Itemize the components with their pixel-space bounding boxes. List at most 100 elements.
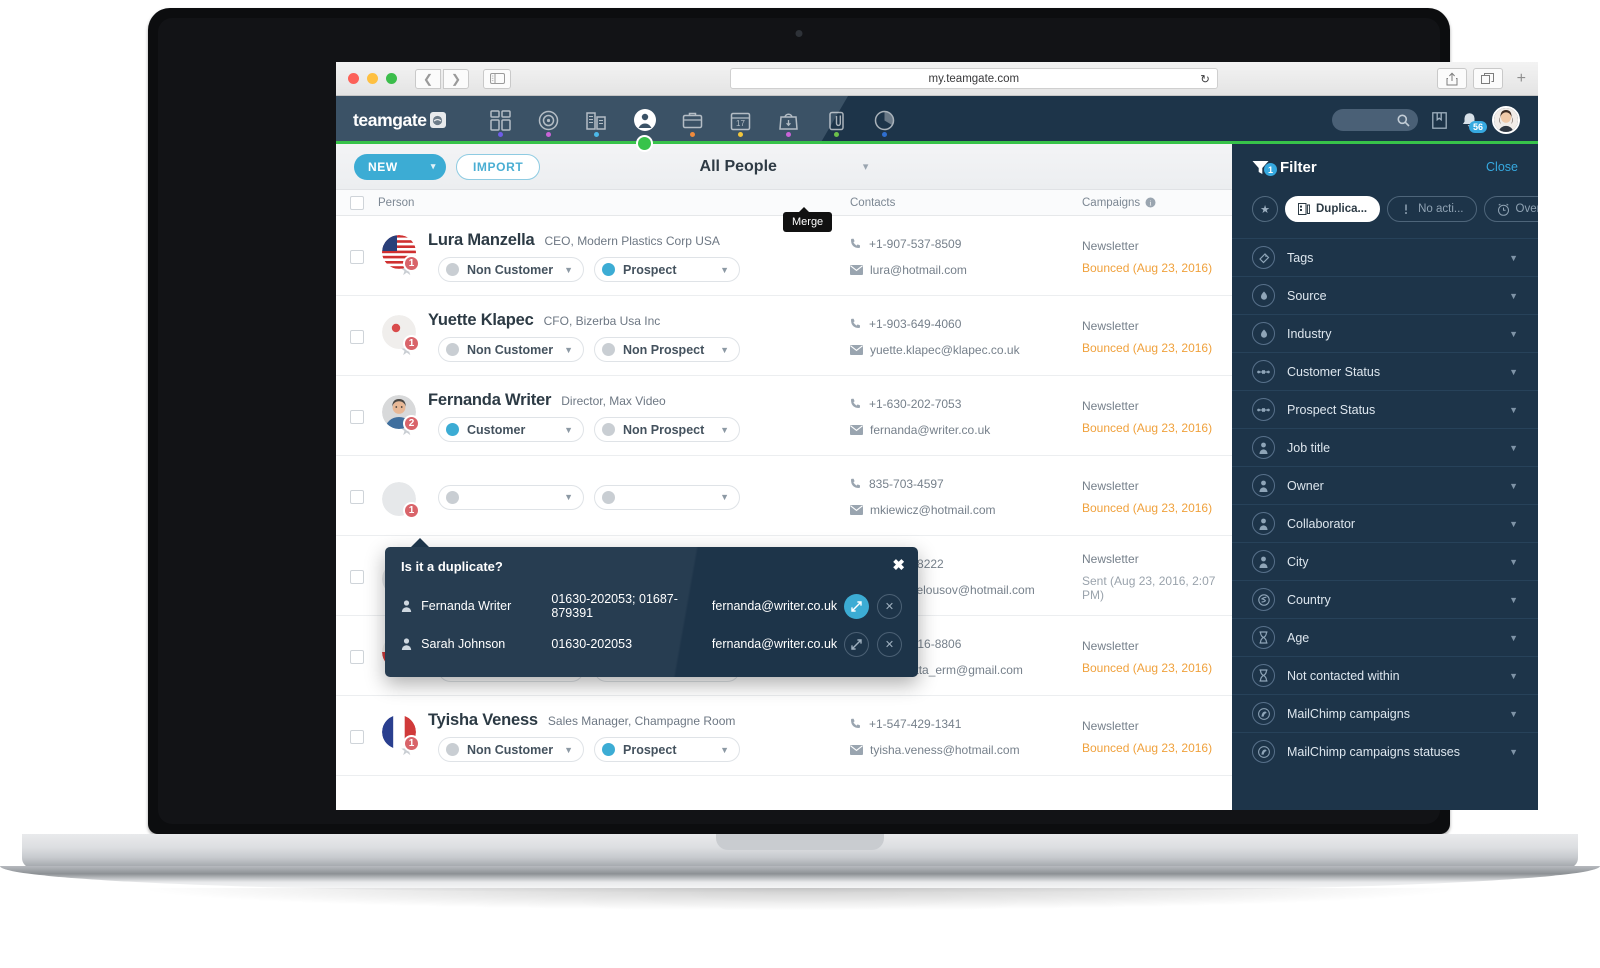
filter-section-job-title[interactable]: Job title ▼	[1232, 428, 1538, 466]
tabs-overview-icon[interactable]	[1472, 68, 1503, 89]
email-line[interactable]: yuette.klapec@klapec.co.uk	[850, 343, 1082, 357]
chevron-down-icon[interactable]: ▼	[1509, 671, 1518, 681]
person-name[interactable]: Tyisha Veness	[428, 711, 538, 730]
close-icon[interactable]: ✕	[876, 631, 902, 657]
person-name[interactable]: Fernanda Writer	[428, 391, 551, 410]
chevron-down-icon[interactable]: ▼	[1509, 557, 1518, 567]
maximize-window-button[interactable]	[386, 73, 397, 84]
chevron-down-icon[interactable]: ▼	[1509, 747, 1518, 757]
nav-item-insights[interactable]	[861, 96, 909, 144]
filter-section-age[interactable]: Age ▼	[1232, 618, 1538, 656]
filter-section-mailchimp-campaigns-statuses[interactable]: MailChimp campaigns statuses ▼	[1232, 732, 1538, 770]
nav-item-leads[interactable]	[525, 96, 573, 144]
chevron-down-icon[interactable]: ▼	[1509, 367, 1518, 377]
filter-section-industry[interactable]: Industry ▼	[1232, 314, 1538, 352]
customer-status-dropdown[interactable]: Customer ▼	[438, 417, 584, 442]
row-checkbox[interactable]	[350, 329, 364, 344]
avatar[interactable]: 1	[382, 481, 420, 519]
chevron-down-icon[interactable]: ▼	[1509, 291, 1518, 301]
email-line[interactable]: mkiewicz@hotmail.com	[850, 503, 1082, 517]
prospect-status-dropdown[interactable]: Prospect ▼	[594, 737, 740, 762]
forward-button[interactable]: ❯	[443, 68, 469, 89]
back-button[interactable]: ❮	[415, 68, 441, 89]
chevron-down-icon[interactable]: ▼	[1509, 253, 1518, 263]
app-logo[interactable]: teamgate	[353, 110, 446, 131]
filter-section-not-contacted-within[interactable]: Not contacted within ▼	[1232, 656, 1538, 694]
prospect-status-dropdown[interactable]: Prospect ▼	[594, 257, 740, 282]
filter-section-customer-status[interactable]: Customer Status ▼	[1232, 352, 1538, 390]
import-button[interactable]: IMPORT	[456, 153, 541, 180]
customer-status-dropdown[interactable]: Non Customer ▼	[438, 737, 584, 762]
table-row[interactable]: 2Fernanda WriterDirector, Max Video★Cust…	[336, 376, 1232, 456]
table-row[interactable]: 1★▼▼835-703-4597mkiewicz@hotmail.comNews…	[336, 456, 1232, 536]
user-avatar[interactable]	[1492, 106, 1520, 134]
avatar[interactable]: 1	[382, 235, 420, 272]
view-selector[interactable]: All People ▾	[700, 158, 869, 176]
chevron-down-icon[interactable]: ▼	[1509, 633, 1518, 643]
star-icon[interactable]: ★	[1252, 196, 1278, 222]
avatar[interactable]: 1	[382, 715, 420, 752]
phone-line[interactable]: +1-903-649-4060	[850, 317, 1082, 331]
filter-section-mailchimp-campaigns[interactable]: MailChimp campaigns ▼	[1232, 694, 1538, 732]
avatar[interactable]: 1	[382, 315, 420, 352]
person-name[interactable]: Yuette Klapec	[428, 311, 534, 330]
chevron-down-icon[interactable]: ▼	[1509, 595, 1518, 605]
customer-status-dropdown[interactable]: Non Customer ▼	[438, 257, 584, 282]
phone-line[interactable]: +1-907-537-8509	[850, 237, 1082, 251]
customer-status-dropdown[interactable]: Non Customer ▼	[438, 337, 584, 362]
person-name[interactable]: Lura Manzella	[428, 231, 535, 250]
filter-chip-duplicate[interactable]: Duplica...	[1285, 196, 1381, 222]
filter-section-tags[interactable]: Tags ▼	[1232, 238, 1538, 276]
share-icon[interactable]	[1436, 68, 1467, 89]
filter-section-country[interactable]: Country ▼	[1232, 580, 1538, 618]
row-checkbox[interactable]	[350, 409, 364, 424]
row-checkbox[interactable]	[350, 249, 364, 264]
minimize-window-button[interactable]	[367, 73, 378, 84]
filter-chip-alarm-clock[interactable]: Overdue	[1483, 196, 1538, 222]
email-line[interactable]: fernanda@writer.co.uk	[850, 423, 1082, 437]
filter-section-source[interactable]: Source ▼	[1232, 276, 1538, 314]
new-button[interactable]: NEW ▾	[354, 153, 446, 180]
new-tab-button[interactable]: +	[1517, 70, 1526, 88]
chevron-down-icon[interactable]: ▼	[1509, 329, 1518, 339]
phone-line[interactable]: +1-630-202-7053	[850, 397, 1082, 411]
select-all-checkbox[interactable]	[350, 195, 364, 210]
avatar[interactable]: 2	[382, 395, 420, 432]
chevron-down-icon[interactable]: ▼	[1509, 709, 1518, 719]
nav-item-sales-inbox[interactable]	[765, 96, 813, 144]
prospect-status-dropdown[interactable]: ▼	[594, 484, 740, 510]
merge-icon[interactable]	[843, 593, 869, 619]
close-icon[interactable]: ✕	[876, 593, 902, 619]
filter-close-button[interactable]: Close	[1486, 160, 1518, 174]
filter-section-collaborator[interactable]: Collaborator ▼	[1232, 504, 1538, 542]
filter-section-prospect-status[interactable]: Prospect Status ▼	[1232, 390, 1538, 428]
customer-status-dropdown[interactable]: ▼	[438, 484, 584, 510]
email-line[interactable]: lura@hotmail.com	[850, 263, 1082, 277]
chevron-down-icon[interactable]: ▼	[1509, 443, 1518, 453]
notifications-icon[interactable]: 56	[1461, 112, 1487, 133]
nav-item-people[interactable]	[621, 96, 669, 152]
nav-item-deals[interactable]	[669, 96, 717, 144]
row-checkbox[interactable]	[350, 489, 364, 504]
merge-icon[interactable]	[843, 631, 869, 657]
filter-section-owner[interactable]: Owner ▼	[1232, 466, 1538, 504]
close-window-button[interactable]	[348, 73, 359, 84]
nav-item-calendar[interactable]: 17	[717, 96, 765, 144]
row-checkbox[interactable]	[350, 649, 364, 664]
row-checkbox[interactable]	[350, 729, 364, 744]
duplicate-entry-name[interactable]: Fernanda Writer	[421, 599, 551, 613]
nav-item-dashboard[interactable]	[477, 96, 525, 144]
chevron-down-icon[interactable]: ▼	[1509, 519, 1518, 529]
chevron-down-icon[interactable]: ▼	[1509, 405, 1518, 415]
close-icon[interactable]: ✖	[892, 558, 905, 573]
phone-line[interactable]: 835-703-4597	[850, 477, 1082, 491]
table-row[interactable]: 1Yuette KlapecCFO, Bizerba Usa Inc★Non C…	[336, 296, 1232, 376]
search-input[interactable]	[1332, 109, 1418, 131]
nav-item-documents[interactable]	[813, 96, 861, 144]
table-row[interactable]: 1 Tyisha Veness Sales Manager, Champagne R…	[336, 696, 1232, 776]
knowledge-base-icon[interactable]	[1432, 111, 1447, 129]
chevron-down-icon[interactable]: ▼	[1509, 481, 1518, 491]
duplicate-entry-name[interactable]: Sarah Johnson	[421, 637, 551, 651]
address-bar[interactable]: my.teamgate.com ↻	[729, 68, 1218, 89]
prospect-status-dropdown[interactable]: Non Prospect ▼	[594, 337, 740, 362]
